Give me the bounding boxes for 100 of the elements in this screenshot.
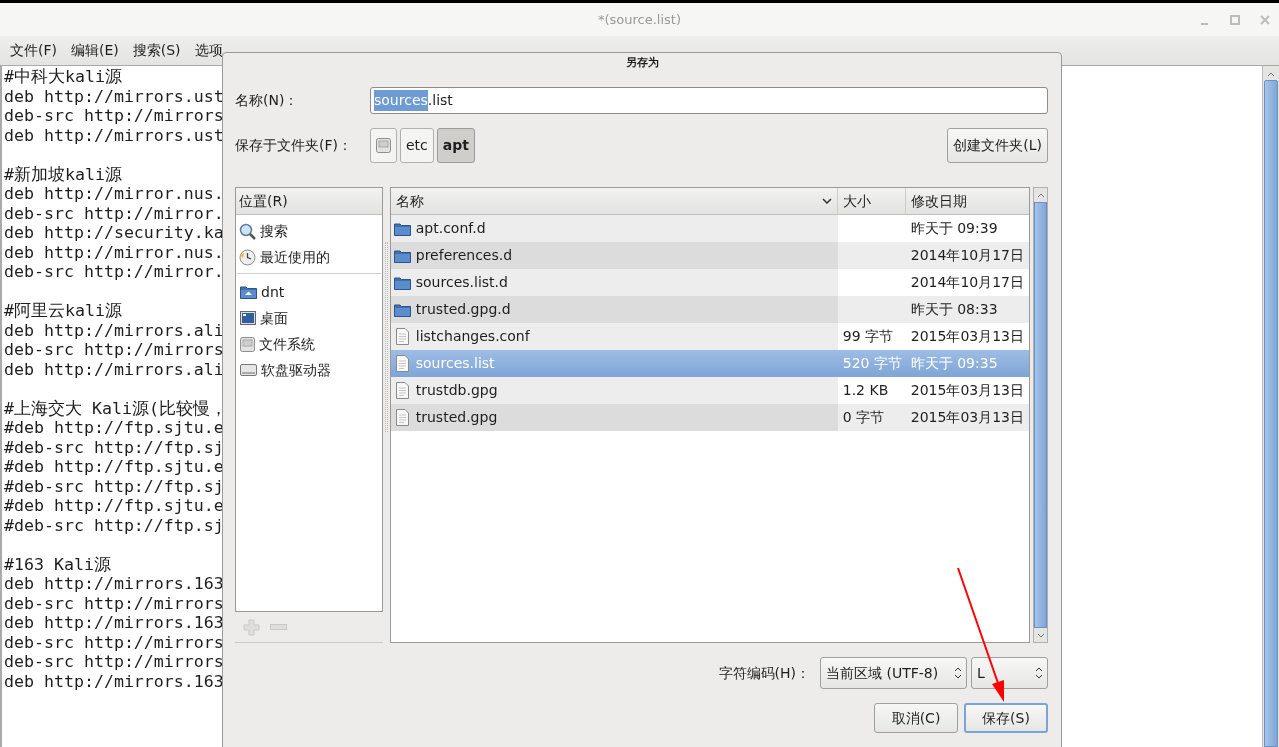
file-row[interactable]: trusted.gpg.d 昨天于 08:33: [390, 296, 1029, 323]
document-icon: [395, 355, 409, 372]
code-line: #deb http://ftp.sjtu.e: [4, 457, 224, 477]
code-line: deb http://security.ka: [4, 223, 224, 243]
file-name: listchanges.conf: [415, 327, 530, 346]
file-size: 0 字节: [842, 408, 885, 427]
place-item[interactable]: 最近使用的: [236, 244, 382, 270]
path-button[interactable]: etc: [400, 128, 434, 163]
place-item[interactable]: 文件系统: [237, 331, 381, 357]
home-folder-icon: [240, 285, 257, 299]
scrollbar[interactable]: [1033, 187, 1048, 643]
code-line: deb http://mirror.nus.: [4, 242, 224, 262]
dialog-button[interactable]: 保存(S): [964, 703, 1048, 733]
code-line: #deb http://ftp.sjtu.e: [4, 418, 224, 438]
remove-icon[interactable]: [270, 624, 287, 630]
code-line: deb-src http://mirrors: [4, 340, 224, 360]
file-name: preferences.d: [415, 246, 513, 265]
close-icon[interactable]: [1259, 13, 1271, 26]
splitter-handle[interactable]: [384, 242, 388, 432]
document-icon: [395, 328, 409, 345]
field-label: 名称(N)：: [235, 91, 300, 110]
modified-date: 2015年03月13日: [910, 381, 1024, 400]
desktop-icon: [240, 311, 256, 325]
menu-item[interactable]: 搜索(S): [126, 40, 187, 61]
code-line: deb http://mirrors.ali: [4, 320, 224, 340]
modified-date: 2014年10月17日: [910, 273, 1024, 292]
file-name: sources.list: [415, 354, 495, 373]
file-row[interactable]: listchanges.conf 99 字节 2015年03月13日: [390, 323, 1029, 350]
dialog-button[interactable]: 取消(C): [874, 703, 958, 733]
modified-date: 2015年03月13日: [910, 408, 1024, 427]
file-size: 520 字节: [842, 354, 902, 373]
column-header[interactable]: 大小: [837, 188, 906, 214]
modified-date: 昨天于 09:35: [910, 354, 998, 373]
file-row[interactable]: preferences.d 2014年10月17日: [390, 242, 1029, 269]
column-header[interactable]: 名称: [390, 188, 838, 214]
folder-icon: [393, 275, 411, 290]
code-line: deb http://mirrors.163: [4, 613, 224, 633]
dropdown-caret-icon: [1035, 667, 1043, 679]
code-line: deb http://mirrors.ust: [4, 125, 224, 145]
file-row[interactable]: apt.conf.d 昨天于 09:39: [390, 215, 1029, 242]
code-line: deb-src http://mirror.: [4, 203, 224, 223]
dialog-title: 另存为: [625, 54, 659, 71]
window-title: *(source.list): [598, 10, 681, 29]
code-line: deb-src http://mirrors: [4, 106, 224, 126]
path-button[interactable]: apt: [436, 128, 475, 163]
file-row[interactable]: trusted.gpg 0 字节 2015年03月13日: [390, 404, 1029, 431]
code-line: #deb-src http://ftp.sj: [4, 476, 224, 496]
file-name: apt.conf.d: [415, 219, 486, 238]
encoding-dropdown[interactable]: 当前区域 (UTF-8): [820, 657, 967, 689]
menu-item[interactable]: 文件(F): [4, 40, 63, 61]
menu-item[interactable]: 选项: [188, 40, 229, 61]
code-line: #阿里云kali源: [4, 301, 122, 321]
code-line: #新加坡kali源: [4, 164, 122, 184]
code-line: deb-src http://mirrors: [4, 632, 224, 652]
code-line: #deb-src http://ftp.sj: [4, 437, 224, 457]
clock-icon: [239, 248, 256, 266]
path-button[interactable]: [370, 128, 397, 163]
name-field[interactable]: sources.list: [370, 87, 1048, 114]
scrollbar[interactable]: [1262, 66, 1279, 747]
folder-icon: [393, 302, 411, 317]
folder-icon: [393, 221, 411, 236]
column-header[interactable]: 位置(R): [236, 188, 382, 215]
menu-item[interactable]: 编辑(E): [65, 40, 125, 61]
field-label: 保存于文件夹(F)：: [235, 136, 353, 155]
file-name: trustdb.gpg: [415, 381, 498, 400]
code-line: #deb http://ftp.sjtu.e: [4, 496, 224, 516]
modified-date: 2015年03月13日: [910, 327, 1024, 346]
code-line: deb http://mirrors.163: [4, 574, 224, 594]
create-folder-button[interactable]: 创建文件夹(L): [947, 128, 1048, 163]
drive-icon: [240, 336, 255, 352]
modified-date: 昨天于 08:33: [910, 300, 998, 319]
modified-date: 昨天于 09:39: [910, 219, 998, 238]
file-name: trusted.gpg.d: [415, 300, 511, 319]
place-item[interactable]: 桌面: [237, 305, 381, 331]
field-label: 字符编码(H)：: [718, 663, 810, 683]
code-line: deb-src http://mirror.: [4, 262, 224, 282]
code-line: deb http://mirrors.ust: [4, 86, 224, 106]
column-header[interactable]: 修改日期: [905, 188, 1029, 214]
code-line: deb http://mirror.nus.: [4, 184, 224, 204]
code-line: deb-src http://mirrors: [4, 593, 224, 613]
place-item[interactable]: dnt: [237, 279, 381, 305]
scroll-thumb[interactable]: [1264, 80, 1278, 747]
dropdown-caret-icon: [954, 667, 962, 679]
file-row[interactable]: trustdb.gpg 1.2 KB 2015年03月13日: [390, 377, 1029, 404]
place-item[interactable]: 软盘驱动器: [237, 357, 381, 383]
maximize-icon[interactable]: [1229, 13, 1241, 26]
place-item[interactable]: 搜索: [236, 218, 382, 244]
document-icon: [395, 409, 409, 426]
file-row[interactable]: sources.list.d 2014年10月17日: [390, 269, 1029, 296]
modified-date: 2014年10月17日: [910, 246, 1024, 265]
search-icon: [239, 222, 256, 240]
file-size: 1.2 KB: [842, 381, 889, 400]
code-line: #上海交大 Kali源(比较慢，: [4, 398, 227, 418]
drive-icon: [240, 364, 257, 376]
code-line: deb http://mirrors.ali: [4, 359, 224, 379]
scroll-thumb[interactable]: [1034, 202, 1047, 628]
line-ending-dropdown[interactable]: L: [971, 657, 1048, 689]
file-name: sources.list.d: [415, 273, 508, 292]
add-icon[interactable]: [243, 618, 260, 636]
code-line: deb http://mirrors.163: [4, 671, 224, 691]
